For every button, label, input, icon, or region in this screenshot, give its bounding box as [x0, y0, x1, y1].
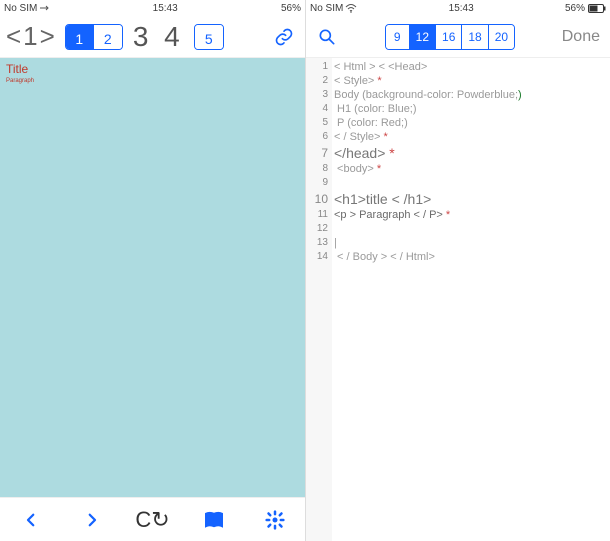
refresh-icon: C↻ — [135, 507, 169, 533]
seg-item-5[interactable]: 5 — [195, 25, 223, 50]
line-number: 13 — [306, 236, 328, 250]
line-number-gutter: 1234567891011121314 — [306, 58, 332, 541]
line-number: 9 — [306, 176, 328, 190]
settings-button[interactable] — [255, 500, 295, 540]
refresh-button[interactable]: C↻ — [133, 500, 173, 540]
left-toolbar: <1> 1 2 3 4 5 — [0, 16, 305, 58]
status-bar-left: No SIM 15:43 56% — [0, 0, 305, 16]
code-lines[interactable]: < Html > < <Head>< Style> *Body (backgro… — [332, 58, 610, 541]
clock-label: 15:43 — [53, 3, 277, 14]
preview-area: Title Paragraph — [0, 58, 305, 497]
font-size-seg: 9 12 16 18 20 — [385, 24, 515, 50]
code-line[interactable] — [334, 176, 608, 190]
right-pane: No SIM 15:43 56% 9 12 16 18 — [305, 0, 610, 541]
chevron-right-icon — [83, 511, 101, 529]
gear-icon — [265, 510, 285, 530]
code-line[interactable]: < Html > < <Head> — [334, 60, 608, 74]
seg-item-1[interactable]: 1 — [66, 25, 94, 50]
done-button[interactable]: Done — [558, 28, 604, 46]
code-line[interactable]: < / Style> * — [334, 130, 608, 144]
status-bar-right: No SIM 15:43 56% — [306, 0, 610, 16]
code-line[interactable]: < Style> * — [334, 74, 608, 88]
code-line[interactable]: <h1>title < /h1> — [334, 190, 608, 208]
line-number: 2 — [306, 74, 328, 88]
code-line[interactable]: < / Body > < / Html> — [334, 250, 608, 264]
line-number: 1 — [306, 60, 328, 74]
left-pane: No SIM 15:43 56% <1> 1 2 3 4 5 — [0, 0, 305, 541]
seg-item-2[interactable]: 2 — [94, 25, 122, 50]
code-line[interactable] — [334, 222, 608, 236]
line-number: 5 — [306, 116, 328, 130]
bookmarks-button[interactable] — [194, 500, 234, 540]
font-seg-left-b: 5 — [194, 24, 224, 50]
search-button[interactable] — [312, 22, 342, 52]
line-number: 10 — [306, 190, 328, 208]
code-line[interactable]: <p > Paragraph < / P> * — [334, 208, 608, 222]
battery-pct-label-r: 56% — [565, 3, 585, 14]
code-line[interactable]: | — [334, 236, 608, 250]
line-number: 11 — [306, 208, 328, 222]
airplane-icon — [39, 3, 49, 13]
chevron-left-icon — [22, 511, 40, 529]
line-number: 14 — [306, 250, 328, 264]
preview-title: Title — [6, 62, 299, 76]
seg-item-16[interactable]: 16 — [436, 25, 462, 49]
code-line[interactable]: H1 (color: Blue;) — [334, 102, 608, 116]
carrier-label: No SIM — [4, 3, 37, 14]
code-line[interactable]: P (color: Red;) — [334, 116, 608, 130]
back-button[interactable] — [11, 500, 51, 540]
wifi-icon — [345, 3, 357, 13]
carrier-label-r: No SIM — [310, 3, 343, 14]
search-icon — [317, 27, 337, 47]
code-line[interactable]: <body> * — [334, 162, 608, 176]
line-number: 3 — [306, 88, 328, 102]
seg-item-9[interactable]: 9 — [386, 25, 410, 49]
code-line[interactable]: </head> * — [334, 144, 608, 162]
link-icon — [274, 27, 294, 47]
seg-item-18[interactable]: 18 — [462, 25, 488, 49]
preview-paragraph: Paragraph — [6, 78, 299, 84]
line-number: 8 — [306, 162, 328, 176]
battery-icon — [588, 4, 606, 13]
seg-item-12[interactable]: 12 — [410, 25, 436, 49]
line-number: 12 — [306, 222, 328, 236]
code-line[interactable]: Body (background-color: Powderblue;) — [334, 88, 608, 102]
clock-label-r: 15:43 — [361, 3, 561, 14]
book-icon — [203, 511, 225, 529]
font-seg-left-a: 1 2 — [65, 24, 123, 50]
link-button[interactable] — [269, 22, 299, 52]
battery-pct-label: 56% — [281, 3, 301, 14]
line-number: 7 — [306, 144, 328, 162]
pair-34-label: 3 4 — [131, 21, 186, 53]
line-number: 4 — [306, 102, 328, 116]
bottom-bar: C↻ — [0, 497, 305, 541]
seg-item-20[interactable]: 20 — [489, 25, 514, 49]
tag-label: <1> — [6, 21, 57, 52]
code-editor[interactable]: 1234567891011121314 < Html > < <Head>< S… — [306, 58, 610, 541]
line-number: 6 — [306, 130, 328, 144]
right-toolbar: 9 12 16 18 20 Done — [306, 16, 610, 58]
forward-button[interactable] — [72, 500, 112, 540]
